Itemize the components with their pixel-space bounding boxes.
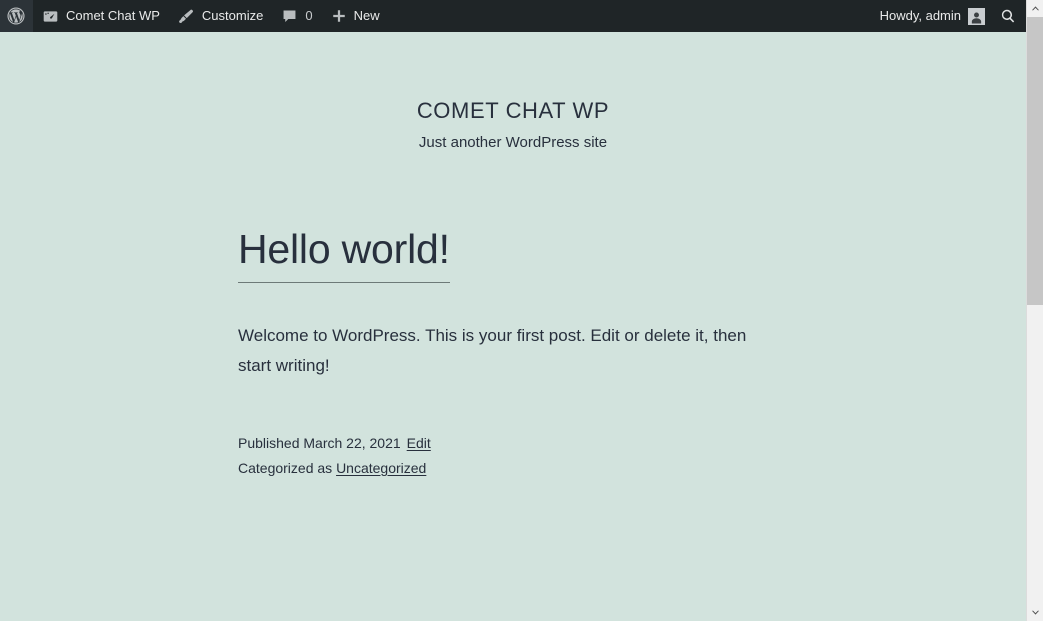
post-category-prefix: Categorized as bbox=[238, 459, 333, 476]
admin-bar: Comet Chat WP Customize 0 New Howdy, adm… bbox=[0, 0, 1026, 32]
admin-bar-site-name-label: Comet Chat WP bbox=[66, 8, 160, 23]
user-avatar-icon bbox=[968, 7, 985, 25]
admin-bar-comments[interactable]: 0 bbox=[272, 0, 321, 32]
admin-bar-search-button[interactable] bbox=[994, 0, 1026, 32]
post-title-link[interactable]: Hello world! bbox=[238, 225, 450, 283]
scroll-down-button[interactable] bbox=[1027, 604, 1043, 621]
site-header: COMET CHAT WP Just another WordPress sit… bbox=[0, 32, 1026, 153]
admin-bar-new-label: New bbox=[353, 8, 380, 23]
post-category-link[interactable]: Uncategorized bbox=[336, 460, 426, 476]
post-title-wrapper: Hello world! bbox=[238, 225, 1026, 283]
post-edit-link[interactable]: Edit bbox=[407, 435, 431, 451]
scroll-up-button[interactable] bbox=[1027, 0, 1043, 17]
post-meta-category-row: Categorized as Uncategorized bbox=[238, 456, 1026, 481]
admin-bar-left-group: Comet Chat WP Customize 0 New bbox=[0, 0, 389, 32]
vertical-scrollbar[interactable] bbox=[1026, 0, 1043, 621]
site-tagline: Just another WordPress site bbox=[418, 134, 608, 152]
plus-icon bbox=[331, 8, 347, 24]
wordpress-logo-button[interactable] bbox=[0, 0, 33, 32]
wordpress-logo-icon bbox=[7, 7, 25, 25]
post-meta-published-row: Published March 22, 2021 Edit bbox=[238, 431, 1026, 456]
admin-bar-comment-count: 0 bbox=[305, 8, 313, 23]
search-icon bbox=[1000, 8, 1016, 24]
post-content-area: Hello world! Welcome to WordPress. This … bbox=[0, 225, 1026, 480]
comment-bubble-icon bbox=[281, 8, 298, 25]
post-excerpt: Welcome to WordPress. This is your first… bbox=[238, 325, 747, 375]
site-page: COMET CHAT WP Just another WordPress sit… bbox=[0, 32, 1026, 621]
chevron-down-icon bbox=[1031, 608, 1040, 617]
admin-bar-customize[interactable]: Customize bbox=[169, 0, 272, 32]
post-meta: Published March 22, 2021 Edit Categorized… bbox=[238, 431, 1026, 481]
admin-bar-new-content[interactable]: New bbox=[322, 0, 389, 32]
post-published-date: Published March 22, 2021 bbox=[238, 434, 401, 451]
dashboard-icon bbox=[42, 8, 59, 25]
chevron-up-icon bbox=[1031, 4, 1040, 13]
admin-bar-site-name[interactable]: Comet Chat WP bbox=[33, 0, 169, 32]
site-title[interactable]: COMET CHAT WP bbox=[0, 98, 1026, 124]
admin-bar-customize-label: Customize bbox=[201, 8, 264, 23]
paintbrush-icon bbox=[178, 8, 195, 25]
admin-bar-right-group: Howdy, admin bbox=[871, 0, 1026, 32]
howdy-label: Howdy, admin bbox=[879, 8, 961, 23]
scrollbar-thumb[interactable] bbox=[1027, 17, 1043, 305]
admin-bar-my-account[interactable]: Howdy, admin bbox=[871, 0, 994, 32]
